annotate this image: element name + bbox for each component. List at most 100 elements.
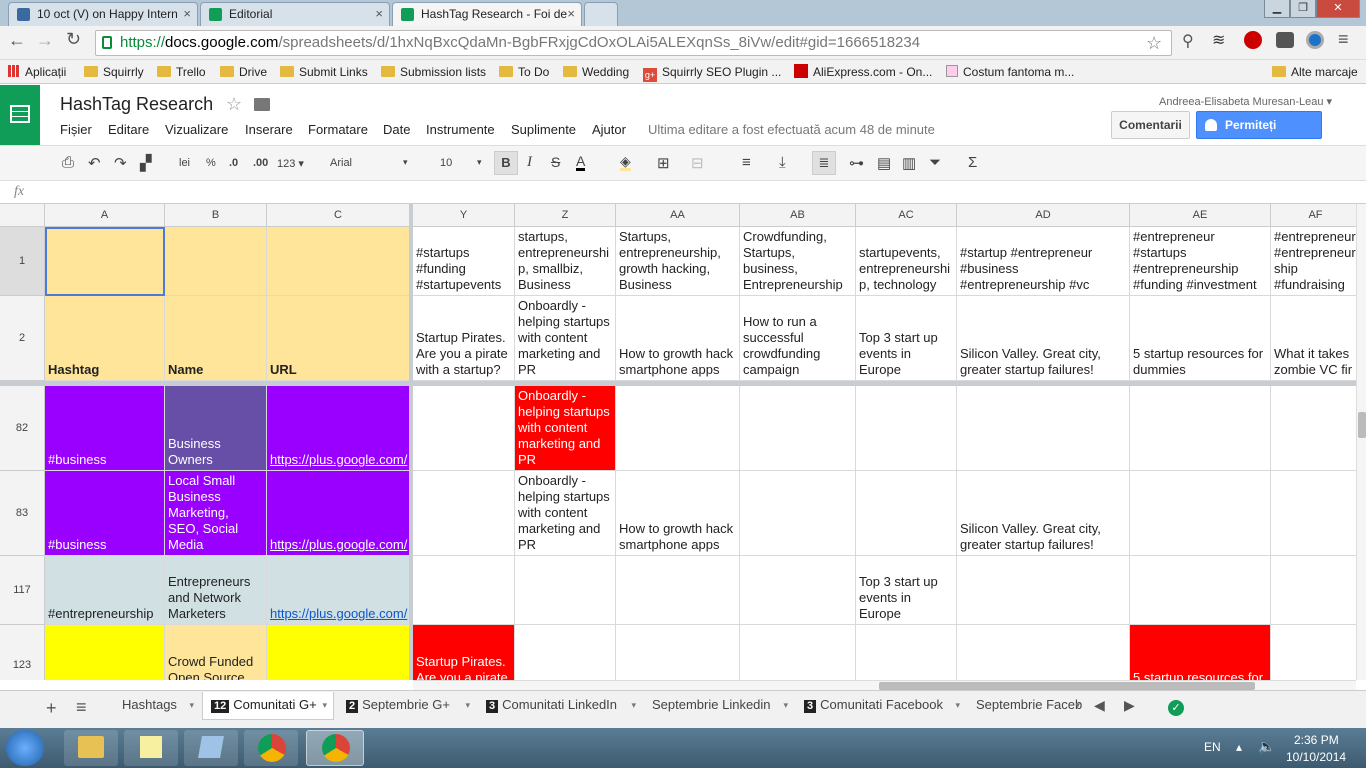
- last-edit-status[interactable]: Ultima editare a fost efectuată acum 48 …: [648, 122, 935, 137]
- table-cell[interactable]: #startup #entrepreneur #business #entrep…: [957, 227, 1130, 296]
- chevron-down-icon[interactable]: ▾: [1075, 692, 1080, 718]
- column-header[interactable]: AF: [1271, 204, 1356, 227]
- column-header[interactable]: AB: [740, 204, 856, 227]
- table-cell[interactable]: URL: [267, 296, 410, 381]
- chevron-down-icon[interactable]: ▾: [189, 692, 194, 718]
- bookmark-squirrly-seo[interactable]: g+ Squirrly SEO Plugin ...: [643, 64, 781, 82]
- scroll-right-icon[interactable]: ▶: [1124, 697, 1135, 714]
- table-cell[interactable]: [616, 556, 740, 625]
- extension-circle-icon[interactable]: [1306, 31, 1324, 49]
- table-cell[interactable]: [740, 471, 856, 556]
- pocket-icon[interactable]: [1276, 32, 1294, 48]
- currency-format-button[interactable]: lei: [179, 157, 190, 169]
- column-header[interactable]: AC: [856, 204, 957, 227]
- chevron-down-icon[interactable]: ▾: [631, 692, 636, 718]
- clock-date[interactable]: 10/10/2014: [1286, 750, 1346, 764]
- redo-icon[interactable]: ↷: [114, 154, 127, 172]
- strikethrough-button[interactable]: S: [551, 154, 560, 170]
- table-cell[interactable]: Onboardly - helping startups with conten…: [515, 296, 616, 381]
- forward-icon[interactable]: →: [36, 30, 54, 51]
- bookmark-drive[interactable]: Drive: [220, 64, 267, 80]
- corner-select-all[interactable]: [0, 204, 45, 227]
- chrome-taskbar-icon[interactable]: [244, 730, 298, 766]
- frozen-rows-divider[interactable]: [0, 381, 1356, 386]
- sheet-tab[interactable]: 3 Comunitati Facebook ▾: [796, 692, 966, 720]
- sticky-notes-taskbar-icon[interactable]: [124, 730, 178, 766]
- sheet-tab[interactable]: Septembrie Linkedin ▾: [644, 692, 794, 720]
- tray-arrow-icon[interactable]: ▴: [1236, 740, 1242, 754]
- doc-title[interactable]: HashTag Research: [60, 94, 213, 115]
- row-header[interactable]: 82: [0, 386, 45, 471]
- table-cell[interactable]: Startups, entrepreneurship, growth hacki…: [616, 227, 740, 296]
- table-cell[interactable]: [413, 471, 515, 556]
- table-cell[interactable]: #entrepreneurship: [45, 556, 165, 625]
- text-color-button[interactable]: A: [576, 154, 586, 171]
- star-icon[interactable]: ☆: [226, 94, 242, 115]
- close-tab-icon[interactable]: ×: [183, 3, 191, 25]
- table-cell[interactable]: [515, 625, 616, 680]
- sheet-tab[interactable]: 3 Comunitati LinkedIn ▾: [478, 692, 642, 720]
- bookmark-apps[interactable]: Aplicații: [8, 64, 66, 80]
- column-header[interactable]: B: [165, 204, 267, 227]
- column-header[interactable]: C: [267, 204, 410, 227]
- decrease-decimal-button[interactable]: .0: [229, 157, 238, 169]
- share-button[interactable]: Permiteți accesul: [1196, 111, 1322, 158]
- table-cell[interactable]: Onboardly - helping startups with conten…: [515, 471, 616, 556]
- table-cell[interactable]: [45, 227, 165, 296]
- sheet-tab[interactable]: Septembrie Faceb ▾: [968, 692, 1086, 720]
- table-cell[interactable]: Top 3 start up events in Europe: [856, 556, 957, 625]
- adblock-icon[interactable]: [1244, 31, 1262, 49]
- table-cell[interactable]: Hashtag: [45, 296, 165, 381]
- bookmark-to-do[interactable]: To Do: [499, 64, 549, 80]
- row-header[interactable]: 1: [0, 227, 45, 296]
- close-tab-icon[interactable]: ×: [567, 3, 575, 25]
- table-cell[interactable]: Top 3 start up events in Europe: [856, 296, 957, 381]
- undo-icon[interactable]: ↶: [88, 154, 101, 172]
- table-cell[interactable]: [413, 556, 515, 625]
- browser-tab-happy-intern[interactable]: 10 oct (V) on Happy Intern ×: [8, 2, 198, 26]
- frozen-columns-divider[interactable]: [409, 204, 413, 680]
- table-cell[interactable]: [616, 386, 740, 471]
- menu-data[interactable]: Date: [383, 122, 410, 137]
- menu-help[interactable]: Ajutor: [592, 122, 626, 137]
- table-cell[interactable]: #entrepreneur #startups #entrepreneurshi…: [1130, 227, 1271, 296]
- column-header[interactable]: Z: [515, 204, 616, 227]
- table-cell[interactable]: How to run a successful crowdfunding cam…: [740, 296, 856, 381]
- table-cell[interactable]: How to growth hack smartphone apps: [616, 471, 740, 556]
- extension-icon[interactable]: ⚲: [1182, 31, 1194, 51]
- table-cell[interactable]: #vc #business #entrepreneur #entrepreneu…: [1271, 227, 1356, 296]
- comments-button[interactable]: Comentarii: [1111, 111, 1190, 139]
- table-cell[interactable]: How to growth hack smartphone apps: [616, 296, 740, 381]
- horizontal-scrollbar[interactable]: [413, 680, 1356, 690]
- table-cell[interactable]: #funding: [45, 625, 165, 680]
- new-tab-button[interactable]: [584, 2, 618, 26]
- more-formats-button[interactable]: 123 ▾: [277, 157, 304, 170]
- table-cell[interactable]: Silicon Valley. Great city, greater star…: [957, 471, 1130, 556]
- volume-icon[interactable]: 🔈: [1258, 738, 1275, 755]
- sheets-logo[interactable]: [0, 85, 40, 145]
- all-sheets-icon[interactable]: ≡: [76, 697, 87, 718]
- user-name[interactable]: Andreea-Elisabeta Muresan-Leau ▾: [1159, 95, 1332, 108]
- table-cell[interactable]: [616, 625, 740, 680]
- row-header[interactable]: 2: [0, 296, 45, 381]
- column-header[interactable]: AD: [957, 204, 1130, 227]
- fill-color-icon[interactable]: ◈: [620, 154, 631, 171]
- chrome-menu-icon[interactable]: ≡: [1338, 29, 1349, 50]
- bold-button[interactable]: B: [494, 151, 518, 175]
- sheet-tab[interactable]: 2 Septembrie G+ ▾: [338, 692, 476, 720]
- chevron-down-icon[interactable]: ▾: [465, 692, 470, 718]
- table-cell[interactable]: [957, 625, 1130, 680]
- table-cell[interactable]: [856, 386, 957, 471]
- formula-bar[interactable]: fx: [0, 181, 1366, 204]
- table-cell[interactable]: [856, 625, 957, 680]
- table-cell[interactable]: https://plus.google.com/: [267, 625, 410, 680]
- table-cell[interactable]: #business: [45, 386, 165, 471]
- table-cell[interactable]: [740, 556, 856, 625]
- comment-icon[interactable]: ▤: [877, 154, 891, 172]
- menu-tools[interactable]: Instrumente: [426, 122, 495, 137]
- vertical-align-icon[interactable]: ⤓: [779, 154, 786, 171]
- table-cell[interactable]: #business: [45, 471, 165, 556]
- table-cell[interactable]: Entrepreneurs and Network Marketers: [165, 556, 267, 625]
- table-cell[interactable]: [856, 471, 957, 556]
- table-cell[interactable]: Onboardly - helping startups with conten…: [515, 386, 616, 471]
